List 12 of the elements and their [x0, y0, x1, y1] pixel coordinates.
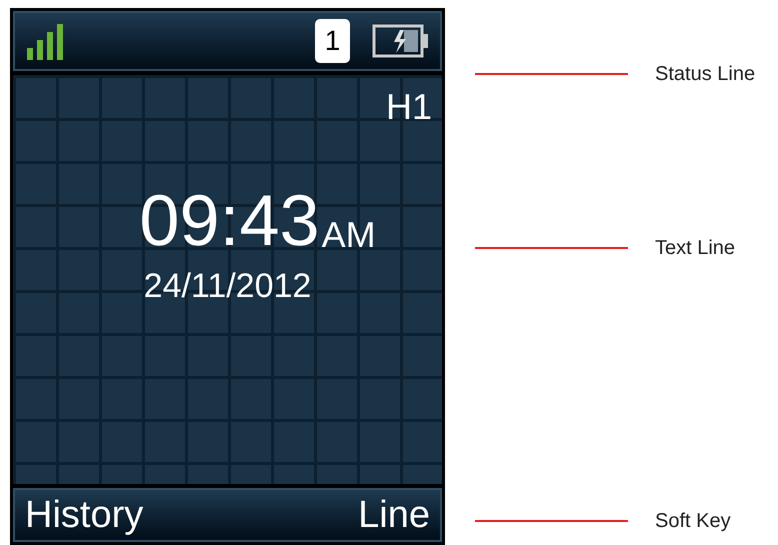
- annotation-label: Text Line: [655, 236, 736, 261]
- soft-key[interactable]: History: [25, 496, 144, 534]
- handset-name: H1: [386, 89, 432, 125]
- battery-charging-icon: [372, 23, 430, 59]
- line-number: 1: [315, 19, 350, 63]
- clock-time: 09:43: [139, 185, 320, 257]
- annotation-label: Status Line: [655, 62, 756, 87]
- annotation-label: Soft Key: [655, 509, 731, 534]
- signal-strength-icon: [27, 22, 65, 60]
- soft-key[interactable]: Line: [358, 496, 430, 534]
- clock-meridiem: AM: [322, 217, 376, 253]
- date-text: 24/11/2012: [144, 269, 312, 303]
